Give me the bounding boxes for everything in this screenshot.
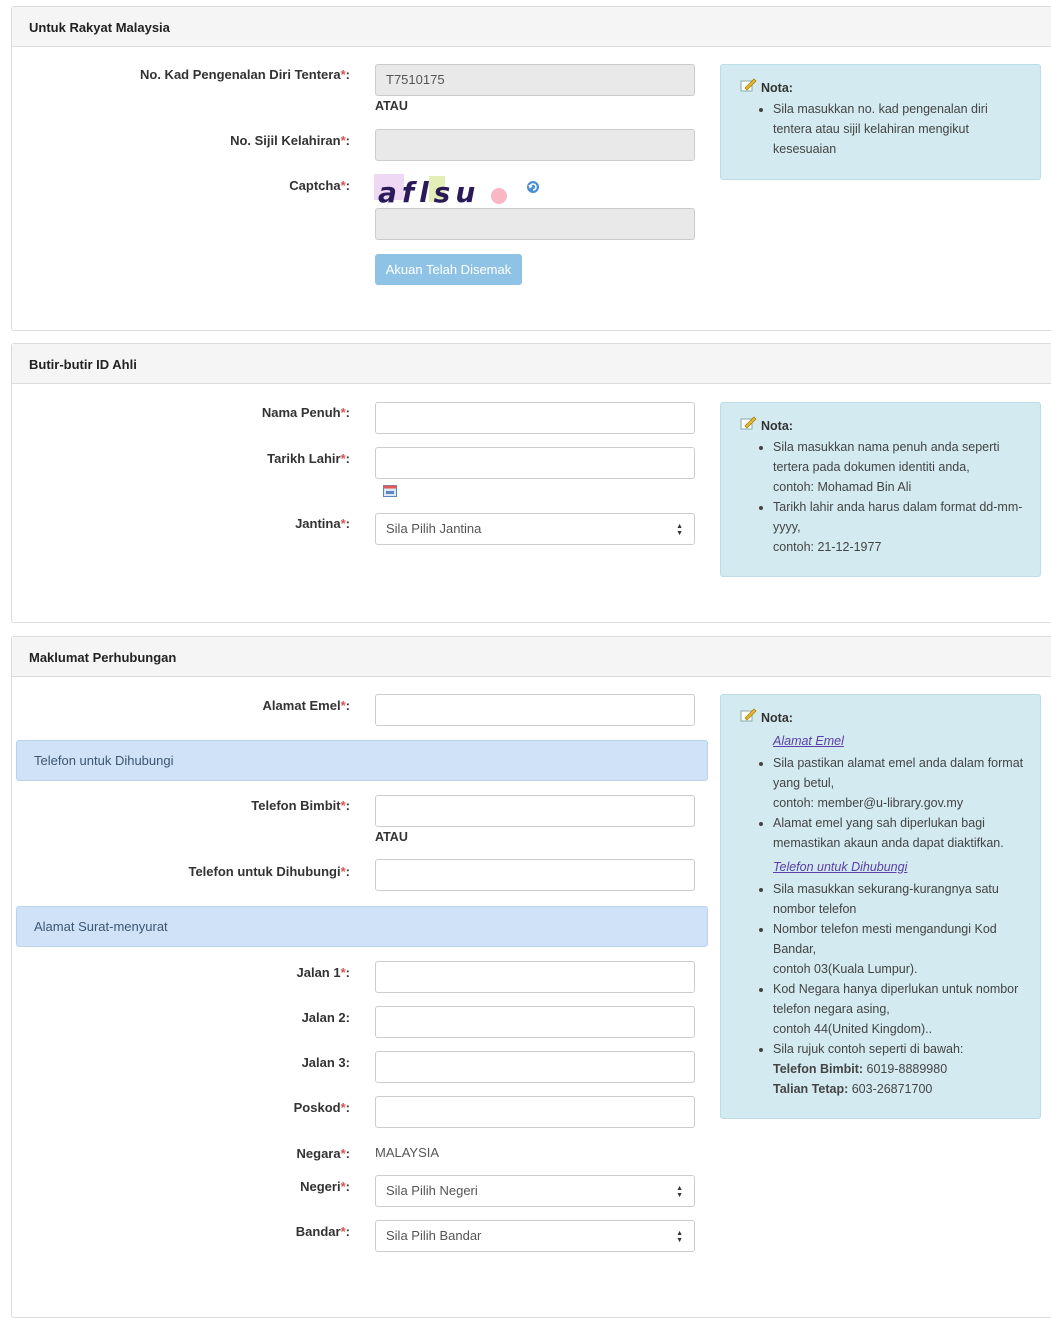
dob-label: Tarikh Lahir*: [267, 451, 350, 466]
nota-box-2: Nota: Sila masukkan nama penuh anda sepe… [720, 402, 1041, 577]
atau-text: ATAU [375, 830, 408, 844]
panel-title: Maklumat Perhubungan [12, 637, 1051, 677]
street1-input[interactable] [375, 961, 695, 993]
nota-box-3: Nota: Alamat Emel Sila pastikan alamat e… [720, 694, 1041, 1119]
nota-phone-heading: Telefon untuk Dihubungi [773, 860, 908, 874]
nota-item: Sila rujuk contoh seperti di bawah: Tele… [773, 1039, 1026, 1099]
birth-cert-input[interactable] [375, 129, 695, 161]
country-label: Negara*: [296, 1146, 350, 1161]
nota-item: Sila masukkan nama penuh anda seperti te… [773, 437, 1026, 497]
note-pencil-icon [739, 415, 757, 437]
gender-select[interactable]: Sila Pilih Jantina ▲ ▼ [375, 513, 695, 545]
phone-section-bar: Telefon untuk Dihubungi [16, 740, 708, 781]
ic-input[interactable]: T7510175 [375, 64, 695, 96]
nota-list-phone: Sila masukkan sekurang-kurangnya satu no… [739, 879, 1026, 1099]
nota-list: Sila masukkan nama penuh anda seperti te… [739, 437, 1026, 557]
captcha-text: aflsu [378, 176, 480, 206]
nota-list: Sila masukkan no. kad pengenalan diri te… [739, 99, 1026, 159]
note-pencil-icon [739, 707, 757, 729]
email-input[interactable] [375, 694, 695, 726]
contact-phone-label: Telefon untuk Dihubungi*: [188, 864, 350, 879]
select-arrows-icon: ▲ ▼ [676, 1230, 683, 1244]
nota-box-1: Nota: Sila masukkan no. kad pengenalan d… [720, 64, 1041, 180]
birth-cert-label: No. Sijil Kelahiran*: [230, 133, 350, 148]
captcha-image: aflsu [374, 170, 510, 209]
mobile-input[interactable] [375, 795, 695, 827]
country-value: MALAYSIA [375, 1145, 440, 1160]
panel-title: Butir-butir ID Ahli [12, 344, 1051, 384]
nota-item: Sila masukkan no. kad pengenalan diri te… [773, 99, 1026, 159]
street3-input[interactable] [375, 1051, 695, 1083]
contact-phone-input[interactable] [375, 859, 695, 891]
postcode-label: Poskod*: [293, 1100, 350, 1115]
select-arrows-icon: ▲ ▼ [676, 523, 683, 537]
city-select[interactable]: Sila Pilih Bandar ▲ ▼ [375, 1220, 695, 1252]
street3-label: Jalan 3: [301, 1055, 350, 1070]
street2-label: Jalan 2: [301, 1010, 350, 1025]
atau-text: ATAU [375, 99, 408, 113]
nota-item: Tarikh lahir anda harus dalam format dd-… [773, 497, 1026, 557]
nota-list-email: Sila pastikan alamat emel anda dalam for… [739, 753, 1026, 853]
state-label: Negeri*: [300, 1179, 350, 1194]
full-name-input[interactable] [375, 402, 695, 434]
nota-item: Alamat emel yang sah diperlukan bagi mem… [773, 813, 1026, 853]
nota-item: Sila masukkan sekurang-kurangnya satu no… [773, 879, 1026, 919]
dob-input[interactable] [375, 447, 695, 479]
full-name-label: Nama Penuh*: [261, 405, 350, 420]
panel-title: Untuk Rakyat Malaysia [12, 7, 1051, 47]
nota-item: Sila pastikan alamat emel anda dalam for… [773, 753, 1026, 813]
nota-title: Nota: [761, 419, 793, 433]
nota-item: Nombor telefon mesti mengandungi Kod Ban… [773, 919, 1026, 979]
state-select[interactable]: Sila Pilih Negeri ▲ ▼ [375, 1175, 695, 1207]
note-pencil-icon [739, 77, 757, 99]
akuan-button[interactable]: Akuan Telah Disemak [375, 254, 522, 285]
nota-email-heading: Alamat Emel [773, 734, 844, 748]
address-section-bar: Alamat Surat-menyurat [16, 906, 708, 947]
calendar-icon[interactable] [383, 485, 397, 497]
nota-title: Nota: [761, 711, 793, 725]
street1-label: Jalan 1*: [296, 965, 351, 980]
street2-input[interactable] [375, 1006, 695, 1038]
gender-label: Jantina*: [295, 516, 350, 531]
captcha-label: Captcha*: [289, 178, 350, 193]
select-arrows-icon: ▲ ▼ [676, 1185, 683, 1199]
nota-title: Nota: [761, 81, 793, 95]
postcode-input[interactable] [375, 1096, 695, 1128]
mobile-label: Telefon Bimbit*: [251, 798, 350, 813]
refresh-captcha-icon[interactable] [526, 180, 540, 194]
ic-label: No. Kad Pengenalan Diri Tentera*: [140, 67, 350, 82]
city-label: Bandar*: [295, 1224, 350, 1239]
email-label: Alamat Emel*: [262, 698, 350, 713]
captcha-input[interactable] [375, 208, 695, 240]
nota-item: Kod Negara hanya diperlukan untuk nombor… [773, 979, 1026, 1039]
